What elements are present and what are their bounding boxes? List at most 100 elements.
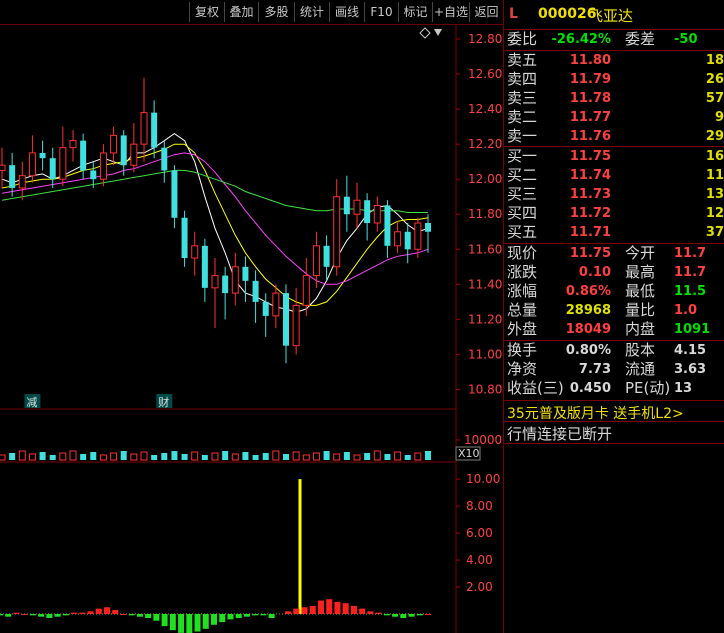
candle-body [171,170,178,218]
indicator-bar [186,614,193,633]
stat-value: 0.80% [565,343,611,358]
candlestick [191,231,199,276]
indicator-bar [342,603,349,614]
volume-bar [181,454,188,460]
y-tick-label: 10.00 [466,472,500,486]
volume-bar [302,454,310,461]
promo-link[interactable]: 35元普及版月卡 送手机L2> [507,403,684,423]
stat-value: 0.10 [578,265,611,280]
stat-label: 量比 [625,301,656,319]
indicator-bar [87,611,94,614]
order-volume: 13 [705,187,724,202]
indicator-bar [202,614,209,629]
indicator-bar [260,614,267,616]
candlestick [151,100,158,159]
candle-body [343,196,350,215]
indicator-bar [350,605,357,614]
candlestick [161,140,168,183]
diamond-icon [419,27,431,39]
order-volume: 37 [705,225,724,240]
candle-body [404,231,411,250]
order-volume: 11 [705,168,724,183]
indicator-bar [29,614,36,616]
quote-stat-row: 现价 11.75 今开 11.7 [504,244,724,263]
stat-label: 内盘 [625,320,656,338]
volume-bar [28,453,36,461]
candlestick [181,210,188,267]
weibi-value: -26.42% [551,32,611,47]
candlestick [231,252,239,306]
volume-bar [353,454,361,461]
candle-body [28,152,36,177]
candlestick [49,147,56,188]
indicator-bar [71,612,78,614]
y-tick-label: 4.00 [466,553,493,567]
order-volume: 9 [714,110,724,125]
order-book-buy-row: 买一 11.75 16 [504,147,724,166]
volume-bar [272,450,280,461]
candlestick [252,270,259,323]
stat-label: 外盘 [507,320,538,338]
y-tick-label: 12.80 [468,32,502,46]
candle-body [181,217,188,259]
stat-label: 最高 [625,263,656,281]
quote-stat-row: 涨幅 0.86% 最低 11.5 [504,282,724,301]
indicator-bar [62,614,69,616]
candlestick [18,161,26,201]
order-price: 11.76 [569,129,611,144]
indicator-bar [211,614,217,625]
candle-body [425,223,431,232]
volume-bar [69,450,77,461]
candle-body [394,231,402,247]
price-chart-area[interactable]: 12.80 12.60 12.40 12.20 12.00 11.80 11.60 11.40… [0,0,503,633]
candle-body [222,275,229,294]
quote-fundamental-row: 换手 0.80% 股本 4.15 [504,341,724,360]
market-letter: L [509,6,518,22]
order-volume: 26 [705,72,724,87]
volume-bar [373,450,381,461]
candlestick [394,221,402,253]
candle-body [323,245,330,267]
candlestick [272,284,280,329]
indicator-bar [326,599,333,614]
volume-bar [231,453,239,461]
candle-body [231,266,239,294]
candle-body [140,112,148,145]
candle-body [364,200,371,224]
quote-fundamental-row: 净资 7.73 流通 3.63 [504,360,724,379]
candle-body [120,135,127,166]
stat-value: 18049 [565,322,611,337]
y-tick-label: 11.40 [468,277,502,291]
indicator-bar [161,614,168,627]
candle-body [292,304,300,347]
candle-body [272,292,280,317]
indicator-bar [318,600,324,614]
stat-label: 涨跌 [507,263,538,281]
candlestick [343,175,350,232]
volume-bar [404,455,411,460]
candlestick [28,135,36,183]
order-level-label: 卖三 [507,89,538,107]
candle-body [0,164,6,171]
y-tick-label: 11.60 [468,242,502,256]
candlestick [333,179,341,276]
indicator-bar [169,614,176,631]
candle-body [49,158,56,180]
y-tick-label: 12.20 [468,137,502,151]
indicator-bar [54,614,61,617]
volume-bar [262,453,269,460]
candlestick [130,123,138,173]
volume-scale-label: X10 [458,447,480,460]
candle-body [414,222,422,250]
volume-bar [323,451,330,460]
order-book-buy-row: 买三 11.73 13 [504,185,724,204]
volume-bar [0,454,6,461]
candle-body [18,175,26,189]
indicator-bar [408,614,415,617]
order-price: 11.75 [569,149,611,164]
order-price: 11.71 [569,225,611,240]
weicha-label: 委差 [625,30,656,48]
indicator-bar [252,614,259,616]
candle-body [161,147,168,171]
volume-bar [425,451,431,460]
